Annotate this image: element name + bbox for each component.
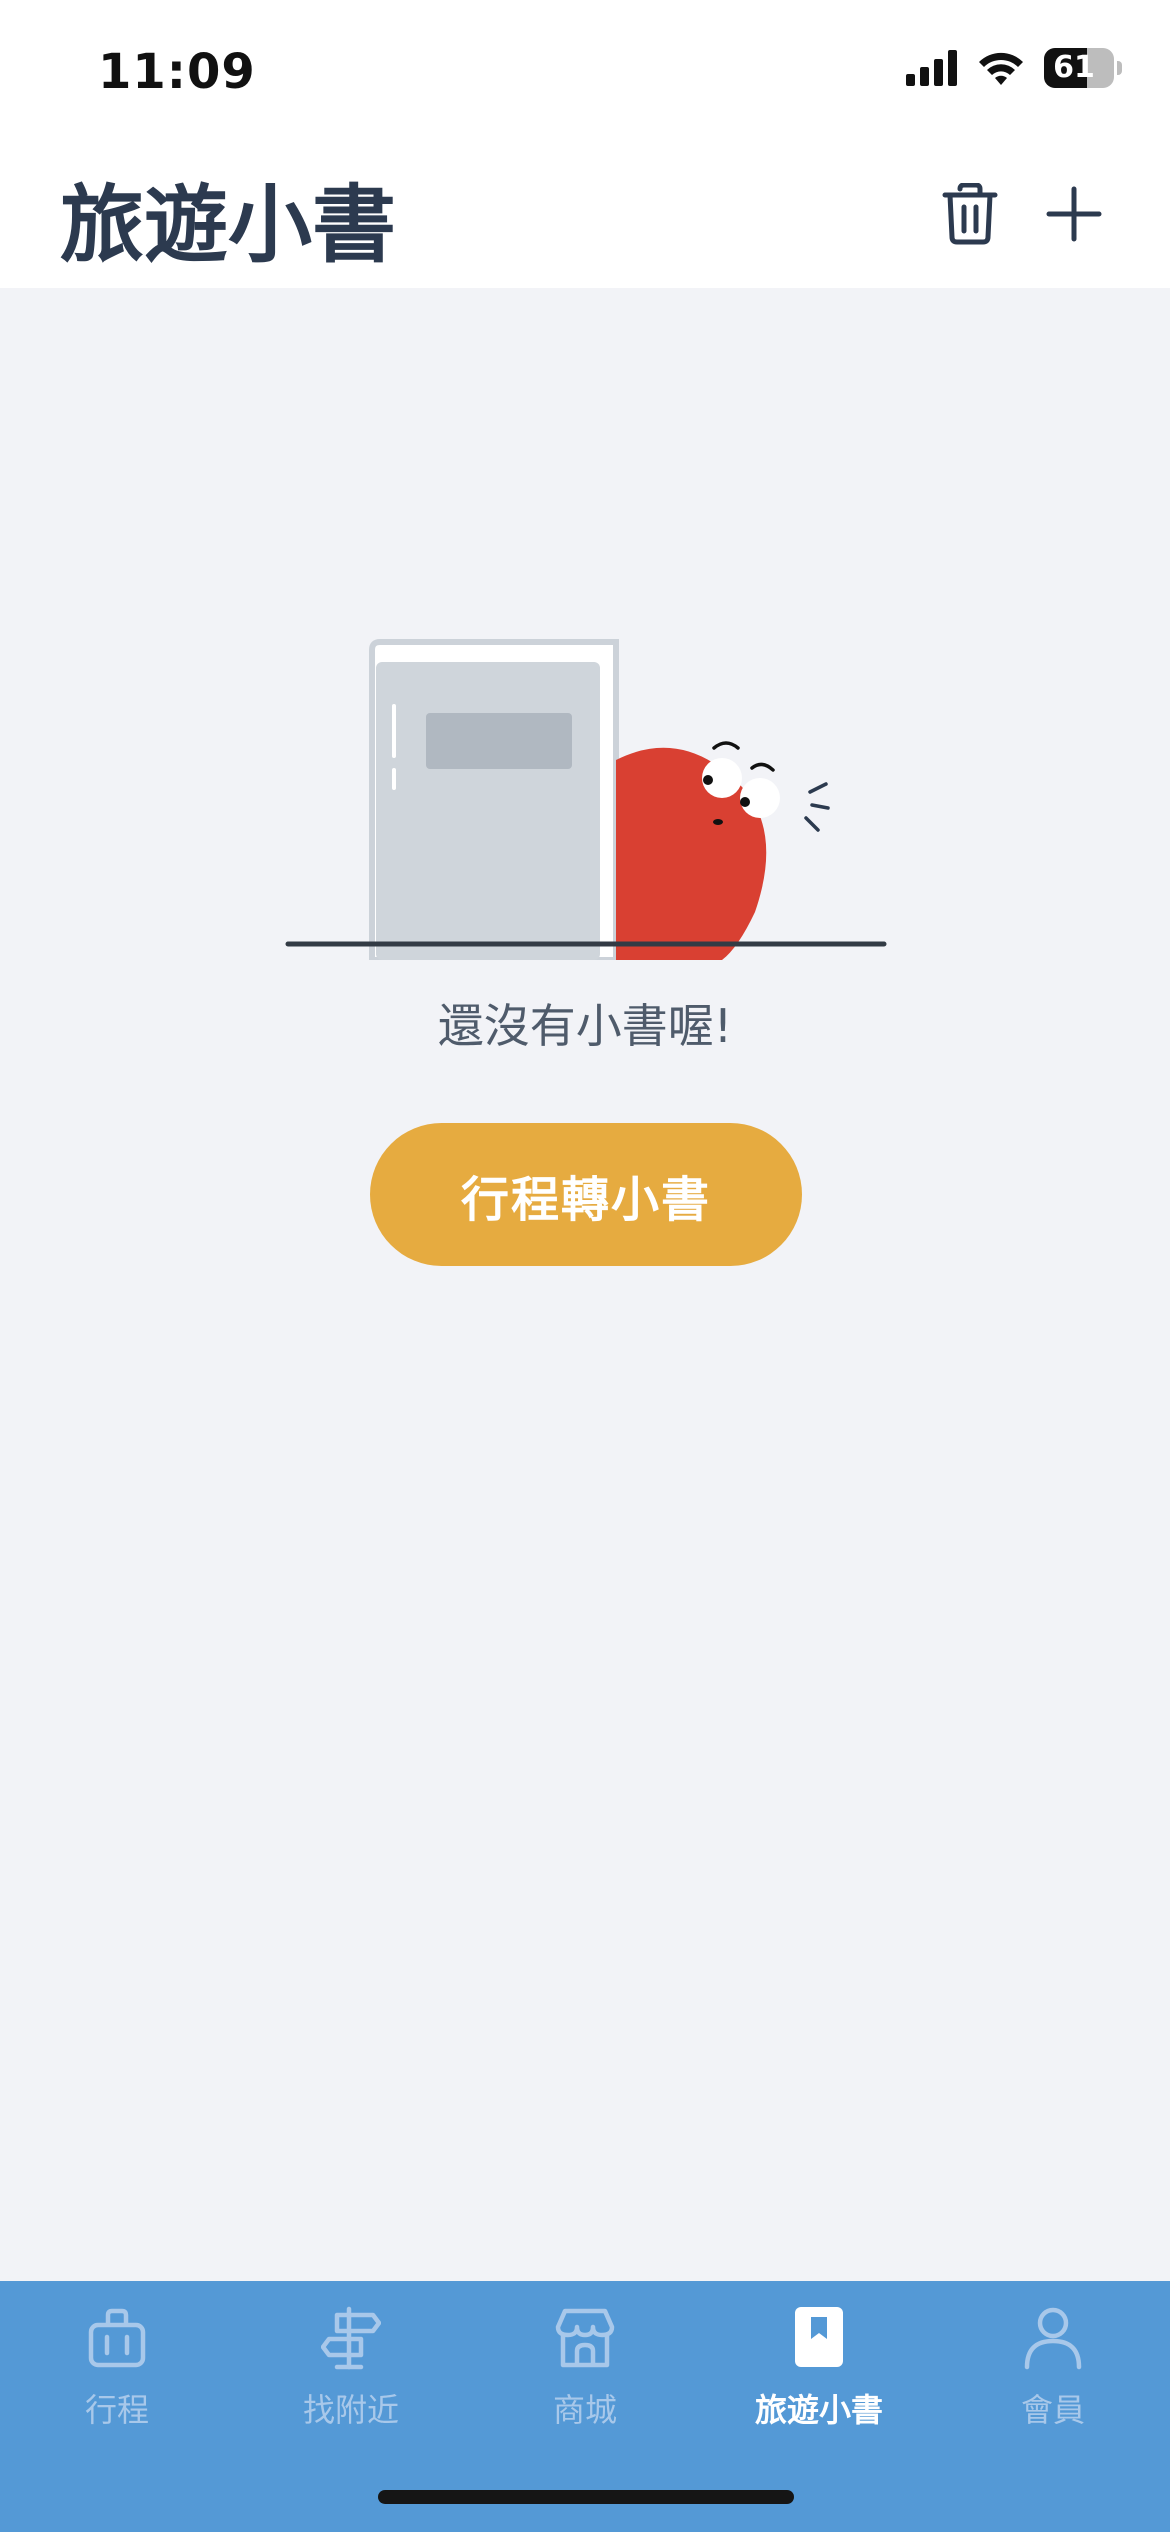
person-icon	[1024, 2307, 1082, 2370]
tab-label: 會員	[1020, 2391, 1085, 2429]
battery-icon: 61	[1044, 48, 1122, 88]
tab-store[interactable]: 商城	[468, 2281, 702, 2451]
empty-state-message: 還沒有小書喔!	[437, 999, 733, 1053]
trash-icon	[942, 183, 998, 245]
tab-itinerary[interactable]: 行程	[0, 2281, 234, 2451]
cellular-signal-icon	[906, 50, 957, 86]
tab-nearby[interactable]: 找附近	[234, 2281, 468, 2451]
header: 旅遊小書	[0, 140, 1170, 288]
tab-label: 找附近	[302, 2391, 399, 2429]
tab-label: 行程	[84, 2391, 149, 2429]
home-indicator[interactable]	[378, 2490, 794, 2504]
convert-itinerary-button[interactable]: 行程轉小書	[370, 1123, 802, 1266]
status-time: 11:09	[98, 44, 256, 100]
add-button[interactable]	[1026, 166, 1122, 262]
status-icons: 61	[906, 48, 1122, 88]
empty-state-illustration	[285, 639, 887, 960]
book-illustration	[369, 639, 619, 960]
store-icon	[555, 2308, 615, 2368]
delete-button[interactable]	[922, 166, 1018, 262]
signpost-icon	[321, 2306, 381, 2370]
tab-label: 旅遊小書	[754, 2391, 883, 2429]
status-bar: 11:09 61	[0, 0, 1170, 140]
plus-icon	[1046, 186, 1102, 242]
tab-member[interactable]: 會員	[936, 2281, 1170, 2451]
battery-level: 61	[1053, 50, 1095, 85]
page-title: 旅遊小書	[60, 176, 397, 274]
mascot-illustration	[616, 741, 830, 960]
tab-label: 商城	[552, 2391, 617, 2429]
suitcase-icon	[88, 2308, 146, 2368]
book-icon	[795, 2307, 843, 2367]
wifi-icon	[979, 52, 1023, 85]
tab-travel-book[interactable]: 旅遊小書	[702, 2281, 936, 2451]
